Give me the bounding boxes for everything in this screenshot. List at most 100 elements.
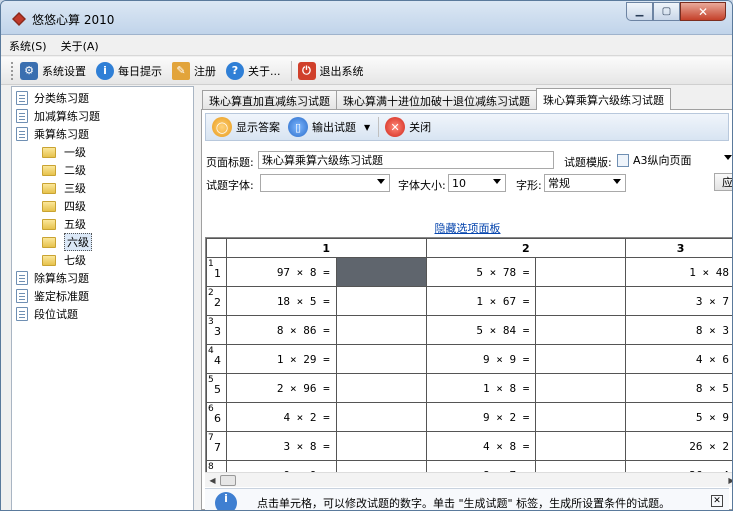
about-button[interactable]: ? 关于... xyxy=(226,60,281,82)
tree-item-level-1[interactable]: 一级 xyxy=(42,143,86,161)
minimize-button[interactable]: ▁ xyxy=(626,2,653,21)
question-cell[interactable]: 9 × 9 = xyxy=(425,344,537,374)
chevron-down-icon xyxy=(613,179,621,184)
register-button[interactable]: ✎ 注册 xyxy=(172,60,216,82)
tab-direct-add-sub[interactable]: 珠心算直加直减练习试题 xyxy=(202,90,337,110)
question-cell[interactable]: 5 × 78 = xyxy=(425,257,537,287)
tree-item-dan[interactable]: 段位试题 xyxy=(16,305,78,323)
daily-tip-label: 每日提示 xyxy=(118,64,162,78)
font-size-select[interactable]: 10 xyxy=(448,174,506,192)
panel-toolbar: ◯ 显示答案 ▯ 输出试题 ▼ ✕ 关闭 xyxy=(205,113,729,141)
question-cell[interactable]: 1 × 67 = xyxy=(425,286,537,316)
note-icon xyxy=(16,109,28,123)
menu-system[interactable]: 系统(S) xyxy=(9,38,47,54)
question-cell[interactable]: 9 × 2 = xyxy=(425,402,537,432)
column-header[interactable]: 3 xyxy=(625,238,732,258)
question-cell[interactable]: 1 × 29 = xyxy=(225,344,337,374)
tree-item-classified[interactable]: 分类练习题 xyxy=(16,89,89,107)
exit-label: 退出系统 xyxy=(319,64,364,78)
export-button[interactable]: ▯ 输出试题 ▼ xyxy=(288,117,370,137)
chevron-down-icon xyxy=(377,179,385,184)
question-cell[interactable]: 8 × 86 = xyxy=(225,315,337,345)
answer-cell[interactable] xyxy=(335,431,427,461)
maximize-button[interactable]: ▢ xyxy=(653,2,680,21)
answer-cell[interactable] xyxy=(335,344,427,374)
answer-cell[interactable] xyxy=(535,257,627,287)
window-title: 悠悠心算 2010 xyxy=(32,13,115,27)
answer-cell[interactable] xyxy=(335,315,427,345)
question-cell[interactable]: 4 × 2 = xyxy=(225,402,337,432)
scroll-left-icon[interactable]: ◀ xyxy=(205,473,220,488)
answer-cell[interactable] xyxy=(335,373,427,403)
scroll-thumb[interactable] xyxy=(220,475,236,486)
tree-item-level-6[interactable]: 六级 xyxy=(42,233,92,251)
template-select[interactable]: A3纵向页面 xyxy=(614,151,732,169)
tree-item-level-5[interactable]: 五级 xyxy=(42,215,86,233)
tree-item-level-4[interactable]: 四级 xyxy=(42,197,86,215)
tree-item-standard[interactable]: 鉴定标准题 xyxy=(16,287,89,305)
close-icon[interactable]: ✕ xyxy=(711,495,723,507)
table-row: 441 × 29 = 9 × 9 = 4 × 6 xyxy=(206,344,732,374)
tab-multiply-level-6[interactable]: 珠心算乘算六级练习试题 xyxy=(536,88,671,110)
question-cell[interactable]: 3 × 8 = xyxy=(225,431,337,461)
question-cell[interactable]: 1 × 48 xyxy=(625,257,732,287)
question-cell[interactable]: 8 × 5 xyxy=(625,373,732,403)
note-icon xyxy=(16,91,28,105)
answer-cell[interactable] xyxy=(335,286,427,316)
question-cell[interactable]: 5 × 84 = xyxy=(425,315,537,345)
daily-tip-button[interactable]: i 每日提示 xyxy=(96,60,162,82)
answer-cell[interactable] xyxy=(335,257,427,287)
show-answer-button[interactable]: ◯ 显示答案 xyxy=(212,117,280,137)
answer-cell[interactable] xyxy=(335,402,427,432)
template-label: 试题模版: xyxy=(564,156,612,169)
tree-item-divide[interactable]: 除算练习题 xyxy=(16,269,89,287)
row-header: 11 xyxy=(206,257,227,287)
tree-item-level-7[interactable]: 七级 xyxy=(42,251,86,269)
chevron-down-icon[interactable]: ▼ xyxy=(364,123,370,132)
answer-cell[interactable] xyxy=(535,315,627,345)
table-row: 664 × 2 = 9 × 2 = 5 × 9 xyxy=(206,402,732,432)
question-cell[interactable]: 4 × 6 xyxy=(625,344,732,374)
scroll-right-icon[interactable]: ▶ xyxy=(724,473,732,488)
folder-icon xyxy=(42,218,56,230)
folder-icon xyxy=(42,236,56,248)
tab-carry-borrow[interactable]: 珠心算满十进位加破十退位减练习试题 xyxy=(336,90,537,110)
question-cell[interactable]: 97 × 8 = xyxy=(225,257,337,287)
question-cell[interactable]: 8 × 3 xyxy=(625,315,732,345)
question-cell[interactable]: 1 × 8 = xyxy=(425,373,537,403)
column-header[interactable]: 1 xyxy=(225,238,427,258)
tree-item-multiply[interactable]: 乘算练习题 xyxy=(16,125,89,143)
font-style-select[interactable]: 常规 xyxy=(544,174,626,192)
answer-cell[interactable] xyxy=(535,431,627,461)
hide-options-link[interactable]: 隐藏选项面板 xyxy=(202,220,732,236)
menu-about[interactable]: 关于(A) xyxy=(61,38,99,54)
answer-cell[interactable] xyxy=(535,402,627,432)
toolbar-grip[interactable] xyxy=(11,61,14,80)
page-title-input[interactable]: 珠心算乘算六级练习试题 xyxy=(258,151,554,169)
exit-button[interactable]: ⏻ 退出系统 xyxy=(297,60,364,82)
horizontal-scrollbar[interactable]: ◀ ▶ xyxy=(205,472,732,488)
info-bar: i 点击单元格，可以修改试题的数字。单击 "生成试题" 标签，生成所设置条件的试… xyxy=(205,488,729,510)
close-tab-button[interactable]: ✕ 关闭 xyxy=(385,117,431,137)
settings-button[interactable]: ⚙ 系统设置 xyxy=(20,60,86,82)
tree-item-level-2[interactable]: 二级 xyxy=(42,161,86,179)
answer-cell[interactable] xyxy=(535,286,627,316)
column-header[interactable]: 2 xyxy=(425,238,627,258)
close-window-button[interactable]: ✕ xyxy=(680,2,726,21)
folder-icon xyxy=(42,254,56,266)
note-icon xyxy=(16,289,28,303)
tree-item-add-sub[interactable]: 加减算练习题 xyxy=(16,107,100,125)
question-cell[interactable]: 2 × 96 = xyxy=(225,373,337,403)
apply-button[interactable]: 应 xyxy=(714,173,732,191)
question-cell[interactable]: 18 × 5 = xyxy=(225,286,337,316)
question-cell[interactable]: 26 × 2 xyxy=(625,431,732,461)
question-cell[interactable]: 4 × 8 = xyxy=(425,431,537,461)
question-cell[interactable]: 5 × 9 xyxy=(625,402,732,432)
tree-item-level-3[interactable]: 三级 xyxy=(42,179,86,197)
answer-cell[interactable] xyxy=(535,344,627,374)
answer-cell[interactable] xyxy=(535,373,627,403)
font-select[interactable] xyxy=(260,174,390,192)
register-icon: ✎ xyxy=(172,61,190,80)
maximize-icon: ▢ xyxy=(661,6,672,17)
question-cell[interactable]: 3 × 7 xyxy=(625,286,732,316)
